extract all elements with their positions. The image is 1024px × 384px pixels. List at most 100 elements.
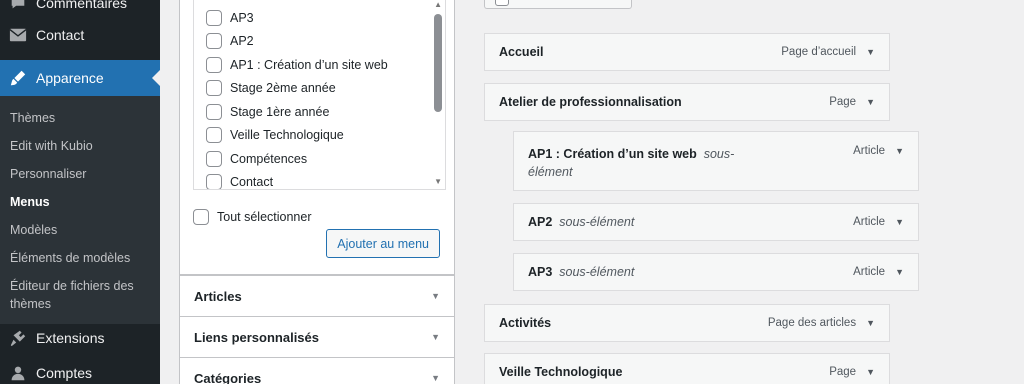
page-label: Compétences	[230, 151, 308, 166]
checkbox[interactable]	[206, 174, 222, 189]
sidebar-item-comptes[interactable]: Comptes	[0, 356, 160, 384]
checkbox[interactable]	[206, 80, 222, 97]
page-label: AP2	[230, 34, 254, 49]
scroll-up-icon[interactable]: ▲	[434, 0, 442, 9]
list-item[interactable]: Contact	[194, 171, 445, 190]
caret-down-icon[interactable]: ▼	[866, 97, 875, 107]
sidebar-item-label: Commentaires	[36, 0, 128, 11]
caret-down-icon[interactable]: ▼	[866, 47, 875, 57]
list-item[interactable]: AP1 : Création d’un site web	[194, 53, 445, 77]
page-label: Contact	[230, 175, 274, 190]
sidebar-item-label: Contact	[36, 27, 85, 43]
list-item[interactable]: Compétences	[194, 147, 445, 171]
submenu-themes[interactable]: Thèmes	[0, 104, 160, 132]
menu-item-veille[interactable]: Veille Technologique Page ▼	[484, 353, 890, 384]
sidebar-item-extensions[interactable]: Extensions	[0, 321, 160, 355]
menu-item-title: Activités	[499, 316, 552, 330]
accordion-categories[interactable]: Catégories ▼	[179, 357, 455, 384]
submenu-elements-modeles[interactable]: Éléments de modèles	[0, 244, 160, 272]
menu-item-type: Page ▼	[829, 96, 875, 108]
select-all[interactable]: Tout sélectionner	[193, 209, 312, 225]
menu-items-column: AP3 AP2 AP1 : Création d’un site web Sta…	[179, 0, 455, 384]
checkbox[interactable]	[206, 127, 222, 144]
list-item[interactable]: Stage 2ème année	[194, 77, 445, 101]
title-text: AP3	[528, 265, 553, 279]
accordion-liens[interactable]: Liens personnalisés ▼	[179, 316, 455, 358]
checkbox[interactable]	[206, 56, 222, 73]
page-label: AP3	[230, 10, 254, 25]
submenu-menus[interactable]: Menus	[0, 188, 160, 216]
type-label: Page d’accueil	[781, 46, 857, 58]
list-item[interactable]: Stage 1ère année	[194, 100, 445, 124]
scrollbar-thumb[interactable]	[434, 14, 442, 112]
bulk-select-button[interactable]	[484, 0, 632, 9]
menu-item-title: AP2 sous-élément	[528, 215, 634, 229]
menu-item-title: Veille Technologique	[499, 365, 623, 379]
menu-item-ap1[interactable]: AP1 : Création d’un site web sous-élémen…	[513, 131, 919, 191]
type-label: Article	[853, 216, 886, 228]
user-icon	[0, 365, 36, 381]
menu-item-title: Accueil	[499, 45, 544, 59]
menu-item-activites[interactable]: Activités Page des articles ▼	[484, 304, 890, 342]
checkbox[interactable]	[206, 103, 222, 120]
pages-checklist[interactable]: AP3 AP2 AP1 : Création d’un site web Sta…	[193, 0, 446, 190]
select-all-checkbox[interactable]	[193, 209, 209, 225]
submenu-modeles[interactable]: Modèles	[0, 216, 160, 244]
sidebar-item-apparence[interactable]: Apparence	[0, 60, 160, 96]
accordion-title: Articles	[194, 288, 242, 304]
list-item[interactable]: Veille Technologique	[194, 124, 445, 148]
add-to-menu-button[interactable]: Ajouter au menu	[326, 229, 440, 258]
caret-down-icon[interactable]: ▼	[895, 217, 904, 227]
type-label: Article	[853, 266, 886, 278]
select-all-label: Tout sélectionner	[217, 210, 312, 224]
menu-item-type: Page des articles ▼	[768, 317, 875, 329]
title-text: AP1 : Création d’un site web	[528, 147, 697, 161]
title-text: AP2	[528, 215, 553, 229]
admin-sidebar: Commentaires Contact Apparence Thèmes Ed…	[0, 0, 160, 384]
list-item[interactable]: AP3	[194, 6, 445, 30]
brush-icon	[0, 69, 36, 87]
sidebar-item-label: Comptes	[36, 365, 93, 381]
sidebar-item-contact[interactable]: Contact	[0, 18, 160, 52]
checkbox[interactable]	[206, 150, 222, 167]
caret-down-icon[interactable]: ▼	[866, 367, 875, 377]
menu-item-atelier[interactable]: Atelier de professionnalisation Page ▼	[484, 83, 890, 121]
menu-item-accueil[interactable]: Accueil Page d’accueil ▼	[484, 33, 890, 71]
type-label: Page des articles	[767, 317, 857, 329]
page-label: AP1 : Création d’un site web	[230, 57, 388, 72]
subitem-label: sous-élément	[559, 215, 635, 229]
submenu-personnaliser[interactable]: Personnaliser	[0, 160, 160, 188]
caret-down-icon: ▼	[431, 373, 440, 383]
sidebar-item-commentaires[interactable]: Commentaires	[0, 0, 160, 20]
submenu-editeur-fichiers[interactable]: Éditeur de fichiers des thèmes	[0, 272, 160, 318]
scrollbar[interactable]: ▲ ▼	[430, 0, 445, 188]
checkbox[interactable]	[495, 0, 509, 6]
accordion-title: Liens personnalisés	[194, 329, 319, 345]
caret-down-icon: ▼	[431, 332, 440, 342]
menu-item-type: Page ▼	[829, 366, 875, 378]
caret-down-icon[interactable]: ▼	[866, 318, 875, 328]
menu-item-title: Atelier de professionnalisation	[499, 95, 682, 109]
caret-down-icon[interactable]: ▼	[895, 146, 904, 156]
caret-down-icon[interactable]: ▼	[895, 267, 904, 277]
type-label: Article	[853, 145, 886, 157]
checkbox[interactable]	[206, 9, 222, 26]
menu-item-type: Article ▼	[853, 266, 904, 278]
menu-item-title: AP3 sous-élément	[528, 265, 634, 279]
submenu-edit-kubio[interactable]: Edit with Kubio	[0, 132, 160, 160]
sidebar-item-label: Apparence	[36, 70, 104, 86]
appearance-submenu: Thèmes Edit with Kubio Personnaliser Men…	[0, 96, 160, 324]
sidebar-item-label: Extensions	[36, 330, 105, 346]
checkbox[interactable]	[206, 33, 222, 50]
menu-item-ap3[interactable]: AP3 sous-élément Article ▼	[513, 253, 919, 291]
type-label: Page	[829, 366, 857, 378]
menu-item-type: Page d’accueil ▼	[781, 46, 875, 58]
scroll-down-icon[interactable]: ▼	[434, 177, 442, 186]
menu-item-type: Article ▼	[853, 216, 904, 228]
accordion-articles[interactable]: Articles ▼	[179, 275, 455, 317]
caret-down-icon: ▼	[431, 291, 440, 301]
list-item[interactable]: AP2	[194, 30, 445, 54]
page-label: Stage 2ème année	[230, 81, 336, 96]
menu-item-ap2[interactable]: AP2 sous-élément Article ▼	[513, 203, 919, 241]
subitem-label: sous-élément	[559, 265, 635, 279]
